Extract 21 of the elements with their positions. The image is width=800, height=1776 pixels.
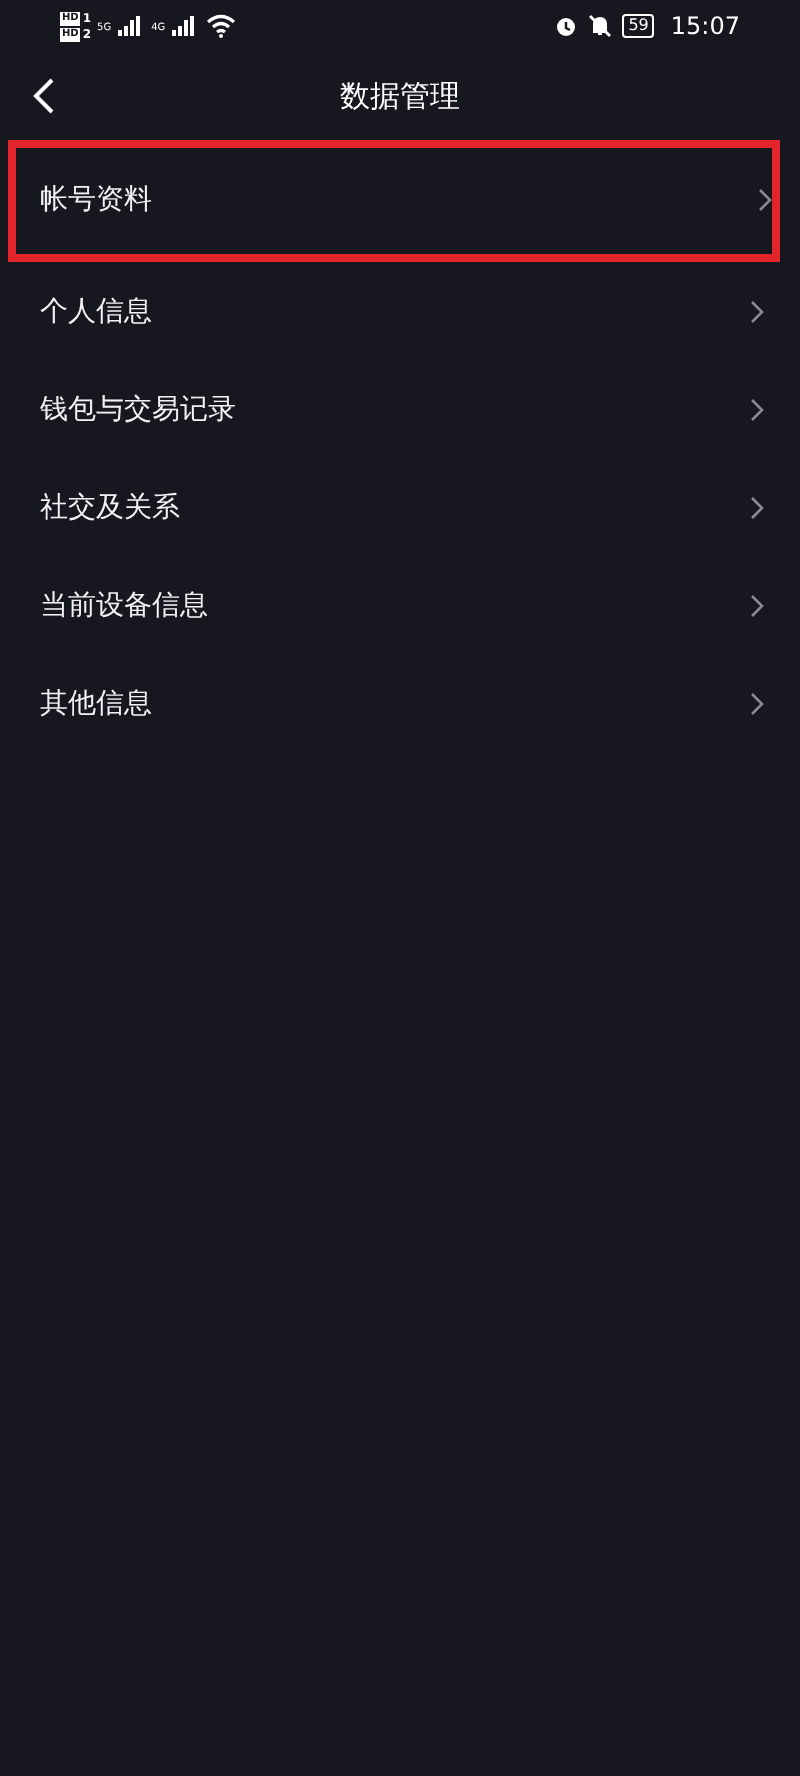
chevron-icon <box>750 691 764 715</box>
alarm-icon <box>554 14 579 38</box>
clock-time: 15:07 <box>670 12 740 40</box>
chevron-icon <box>750 397 764 421</box>
battery-level: 59 <box>622 14 655 38</box>
signal-icon <box>171 16 196 36</box>
menu-item[interactable]: 其他信息 <box>0 654 800 752</box>
chevron-icon <box>750 593 764 617</box>
menu-item[interactable]: 个人信息 <box>0 262 800 360</box>
menu-item[interactable]: 钱包与交易记录 <box>0 360 800 458</box>
menu-item[interactable]: 帐号资料 <box>8 140 780 262</box>
signal-icon <box>117 16 142 36</box>
wifi-icon <box>205 14 236 38</box>
back-icon[interactable] <box>32 78 56 114</box>
chevron-icon <box>758 188 772 212</box>
page-title: 数据管理 <box>340 77 460 115</box>
menu-item[interactable]: 社交及关系 <box>0 458 800 556</box>
chevron-icon <box>750 299 764 323</box>
chevron-icon <box>750 495 764 519</box>
bell-off-icon <box>588 14 613 38</box>
menu-item[interactable]: 当前设备信息 <box>0 556 800 654</box>
